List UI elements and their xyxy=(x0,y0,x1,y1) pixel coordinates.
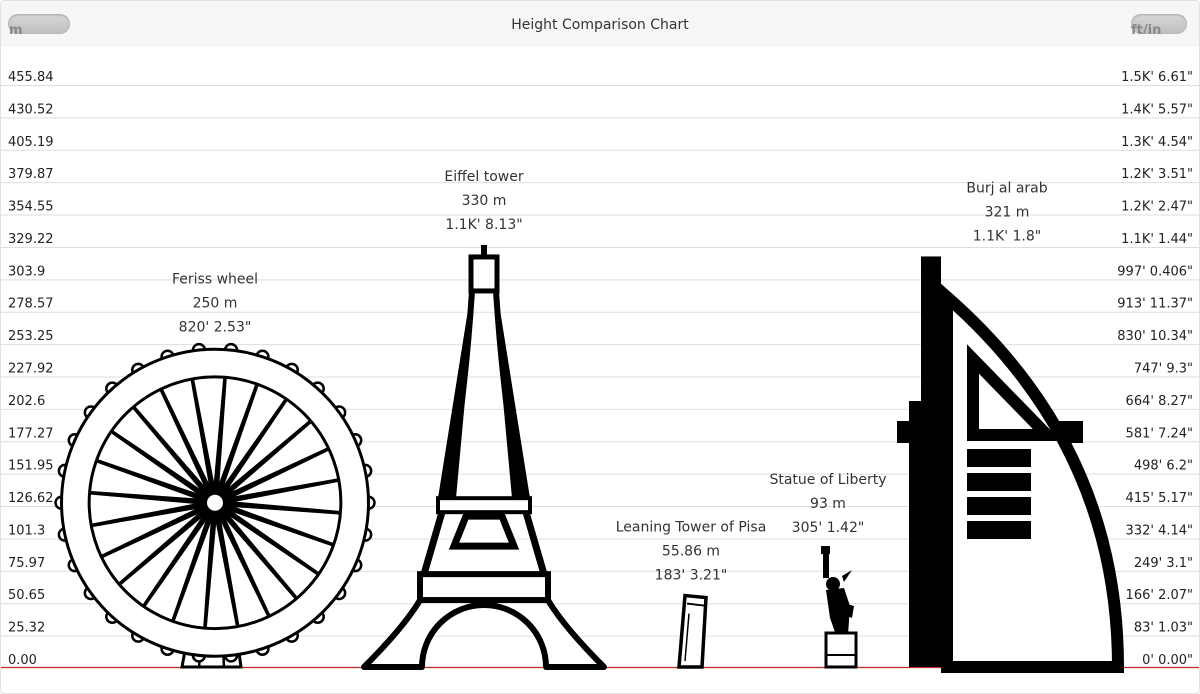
y-tick-label-ft: 664' 8.27" xyxy=(1126,394,1193,409)
y-tick-label-ft: 415' 5.17" xyxy=(1126,491,1193,506)
item-label-group: Leaning Tower of Pisa 55.86 m 183' 3.21" xyxy=(616,520,767,584)
y-tick-label-m: 151.95 xyxy=(8,459,54,474)
item-height-ft-label: 820' 2.53" xyxy=(179,319,252,335)
item-label-group: Statue of Liberty 93 m 305' 1.42" xyxy=(769,472,886,536)
y-tick-label-ft: 0' 0.00" xyxy=(1142,653,1193,668)
y-tick-label-m: 329.22 xyxy=(8,232,54,247)
item-name-label: Burj al arab xyxy=(966,180,1047,196)
item-label-group: Eiffel tower 330 m 1.1K' 8.13" xyxy=(444,169,523,233)
y-tick-label-m: 126.62 xyxy=(8,491,54,506)
item-height-m-label: 330 m xyxy=(462,193,507,209)
ferris-wheel-icon xyxy=(54,342,376,669)
y-tick-label-m: 50.65 xyxy=(8,588,45,603)
item-name-label: Statue of Liberty xyxy=(769,472,886,488)
y-tick-label-ft: 332' 4.14" xyxy=(1126,523,1193,538)
y-tick-label-ft: 1.4K' 5.57" xyxy=(1121,102,1193,117)
y-tick-label-m: 430.52 xyxy=(8,102,54,117)
y-tick-label-m: 202.6 xyxy=(8,394,45,409)
y-tick-label-m: 379.87 xyxy=(8,167,54,182)
item-height-ft-label: 305' 1.42" xyxy=(792,520,865,536)
y-tick-label-m: 455.84 xyxy=(8,70,54,85)
item-name-label: Eiffel tower xyxy=(444,169,523,185)
item-height-m-label: 250 m xyxy=(193,295,238,311)
y-tick-label-ft: 1.1K' 1.44" xyxy=(1121,232,1193,247)
burj-al-arab-icon xyxy=(897,256,1125,673)
item-height-ft-label: 183' 3.21" xyxy=(655,568,728,584)
y-tick-label-m: 227.92 xyxy=(8,362,54,377)
y-tick-label-ft: 997' 0.406" xyxy=(1117,264,1193,279)
y-tick-label-ft: 747' 9.3" xyxy=(1134,362,1193,377)
y-tick-label-ft: 166' 2.07" xyxy=(1126,588,1193,603)
y-tick-label-ft: 1.5K' 6.61" xyxy=(1121,70,1193,85)
y-tick-label-ft: 1.2K' 3.51" xyxy=(1121,167,1193,182)
y-tick-label-m: 75.97 xyxy=(8,556,45,571)
item-name-label: Feriss wheel xyxy=(172,271,258,287)
item-height-m-label: 55.86 m xyxy=(662,544,720,560)
height-comparison-plot: 0.00 0' 0.00" 25.32 83' 1.03" 50.65 166' 2.07… xyxy=(1,70,1199,673)
pisa-tower-icon xyxy=(677,593,708,669)
y-tick-label-ft: 581' 7.24" xyxy=(1126,426,1193,441)
y-tick-label-ft: 830' 10.34" xyxy=(1117,329,1193,344)
y-tick-label-ft: 913' 11.37" xyxy=(1117,297,1193,312)
y-tick-label-m: 278.57 xyxy=(8,297,54,312)
y-tick-label-ft: 1.3K' 4.54" xyxy=(1121,135,1193,150)
item-label-group: Feriss wheel 250 m 820' 2.53" xyxy=(172,271,258,335)
y-tick-label-m: 253.25 xyxy=(8,329,54,344)
item-height-ft-label: 1.1K' 8.13" xyxy=(445,217,522,233)
y-tick-label-ft: 83' 1.03" xyxy=(1134,621,1193,636)
item-label-group: Burj al arab 321 m 1.1K' 1.8" xyxy=(966,180,1047,244)
y-tick-label-m: 101.3 xyxy=(8,523,45,538)
item-height-ft-label: 1.1K' 1.8" xyxy=(973,228,1041,244)
statue-of-liberty-icon xyxy=(821,546,858,669)
y-tick-label-m: 177.27 xyxy=(8,426,54,441)
y-tick-label-m: 0.00 xyxy=(8,653,37,668)
y-tick-label-ft: 1.2K' 2.47" xyxy=(1121,200,1193,215)
item-height-m-label: 93 m xyxy=(810,496,846,512)
chart-window: m Height Comparison Chart ft/in 0.00 0' 0… xyxy=(0,0,1200,694)
y-tick-label-m: 25.32 xyxy=(8,621,45,636)
y-tick-label-ft: 249' 3.1" xyxy=(1134,556,1193,571)
y-tick-label-m: 354.55 xyxy=(8,200,54,215)
y-tick-label-m: 405.19 xyxy=(8,135,54,150)
y-tick-label-ft: 498' 6.2" xyxy=(1134,459,1193,474)
y-tick-label-m: 303.9 xyxy=(8,264,45,279)
item-name-label: Leaning Tower of Pisa xyxy=(616,520,767,536)
item-height-m-label: 321 m xyxy=(985,204,1030,220)
